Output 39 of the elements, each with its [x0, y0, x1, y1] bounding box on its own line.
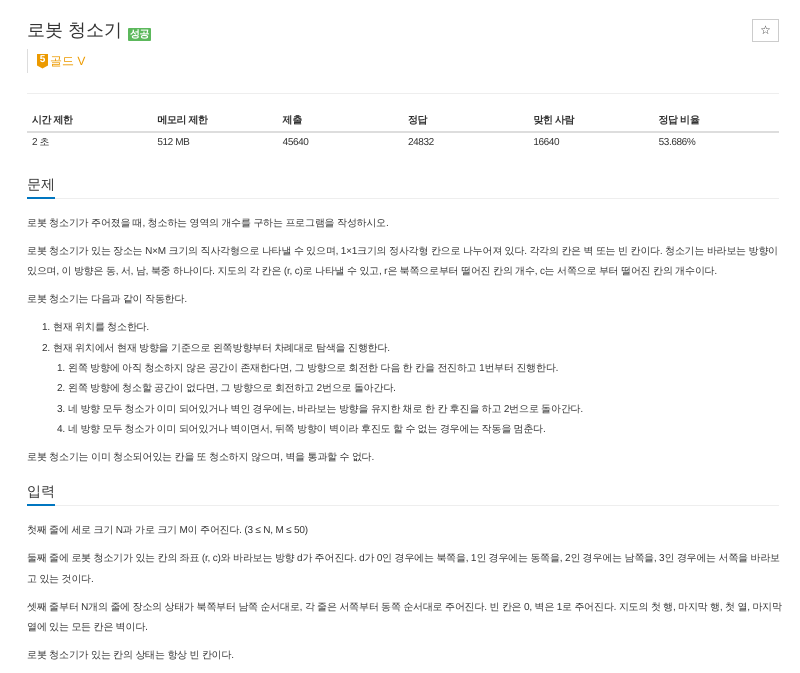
- result-label: 성공: [128, 28, 152, 41]
- list-item-text: 왼쪽 방향에 아직 청소하지 않은 공간이 존재한다면, 그 방향으로 회전한 다음 한 칸을 전진하고 1번부터 진행한다.: [68, 362, 558, 376]
- paragraph: 첫째 줄에 세로 크기 N과 가로 크기 M이 주어진다. (3 ≤ N, M ≤ 50): [27, 524, 309, 538]
- table-cell: 53.686%: [654, 132, 779, 153]
- list-number: 1.: [42, 321, 51, 336]
- table-cell: 512 MB: [152, 132, 278, 153]
- table-cell: 2 초: [27, 132, 152, 153]
- column-header: 정답 비율: [654, 109, 779, 132]
- list-number: 1.: [57, 362, 66, 376]
- list-item-text: 현재 위치를 청소한다.: [53, 321, 149, 336]
- paragraph: 셋째 줄부터 N개의 줄에 장소의 상태가 북쪽부터 남쪽 순서대로, 각 줄은 서쪽부터 동쪽 순서대로 주어진다. 빈 칸은 0, 벽은 1로 주어진다. 지도의 첫 행, 마지막 행, 첫 열, 마지막 열에 있는 모든 칸은 벽이다.: [27, 600, 783, 636]
- tier-badge: 5: [37, 54, 48, 68]
- list-number: 3.: [57, 402, 66, 417]
- tier-label: 골드 V: [50, 52, 86, 70]
- list-item-text: 왼쪽 방향에 청소할 공간이 없다면, 그 방향으로 회전하고 2번으로 돌아간다.: [68, 382, 396, 396]
- paragraph: 로봇 청소기가 있는 칸의 상태는 항상 빈 칸이다.: [27, 649, 235, 663]
- list-item-text: 네 방향 모두 청소가 이미 되어있거나 벽인 경우에는, 바라보는 방향을 유지한 채로 한 칸 후진을 하고 2번으로 돌아간다.: [68, 402, 583, 417]
- problem-title: 로봇 청소기: [27, 19, 122, 42]
- paragraph: 로봇 청소기가 있는 장소는 N×M 크기의 직사각형으로 나타낼 수 있으며, 1×1크기의 정사각형 칸으로 나누어져 있다. 각각의 칸은 벽 또는 빈 칸이다. 청소기는 바라보는 방향이 있으며, 이 방향은 동, 서, 남, 북중 하나이다. 지도의 각 칸은 (r, c)로 나타낼 수 있고, r은 북쪽으로부터 떨어진 칸의 개수, c는 서쪽으로 부터 떨어진 칸의 개수이다.: [27, 244, 779, 280]
- paragraph: 둘째 줄에 로봇 청소기가 있는 칸의 좌표 (r, c)와 바라보는 방향 d가 주어진다. d가 0인 경우에는 북쪽을, 1인 경우에는 동쪽을, 2인 경우에는 남쪽을, 3인 경우에는 서쪽을 바라보고 있는 것이다.: [27, 552, 781, 587]
- column-header: 정답: [402, 109, 528, 132]
- table-cell: 45640: [278, 132, 403, 153]
- table-cell: 24832: [402, 132, 528, 153]
- column-header: 메모리 제한: [152, 109, 278, 132]
- list-item-text: 현재 위치에서 현재 방향을 기준으로 왼쪽방향부터 차례대로 탐색을 진행한다.: [53, 342, 390, 356]
- list-number: 2.: [57, 382, 66, 396]
- column-header: 맞힌 사람: [528, 109, 654, 132]
- paragraph: 로봇 청소기는 이미 청소되어있는 칸을 또 청소하지 않으며, 벽을 통과할 수 없다.: [27, 451, 376, 466]
- paragraph: 로봇 청소기가 주어졌을 때, 청소하는 영역의 개수를 구하는 프로그램을 작성하시오.: [27, 217, 390, 231]
- list-number: 2.: [42, 342, 51, 356]
- section-heading: 문제: [27, 174, 55, 199]
- column-header: 시간 제한: [27, 109, 152, 132]
- column-header: 제출: [278, 109, 403, 132]
- table-cell: 16640: [528, 132, 654, 153]
- list-item-text: 네 방향 모두 청소가 이미 되어있거나 벽이면서, 뒤쪽 방향이 벽이라 후진도 할 수 없는 경우에는 작동을 멈춘다.: [68, 423, 546, 438]
- list-number: 4.: [57, 423, 66, 438]
- paragraph: 로봇 청소기는 다음과 같이 작동한다.: [27, 293, 188, 308]
- section-heading: 입력: [27, 481, 55, 506]
- star-button[interactable]: ☆: [752, 18, 779, 42]
